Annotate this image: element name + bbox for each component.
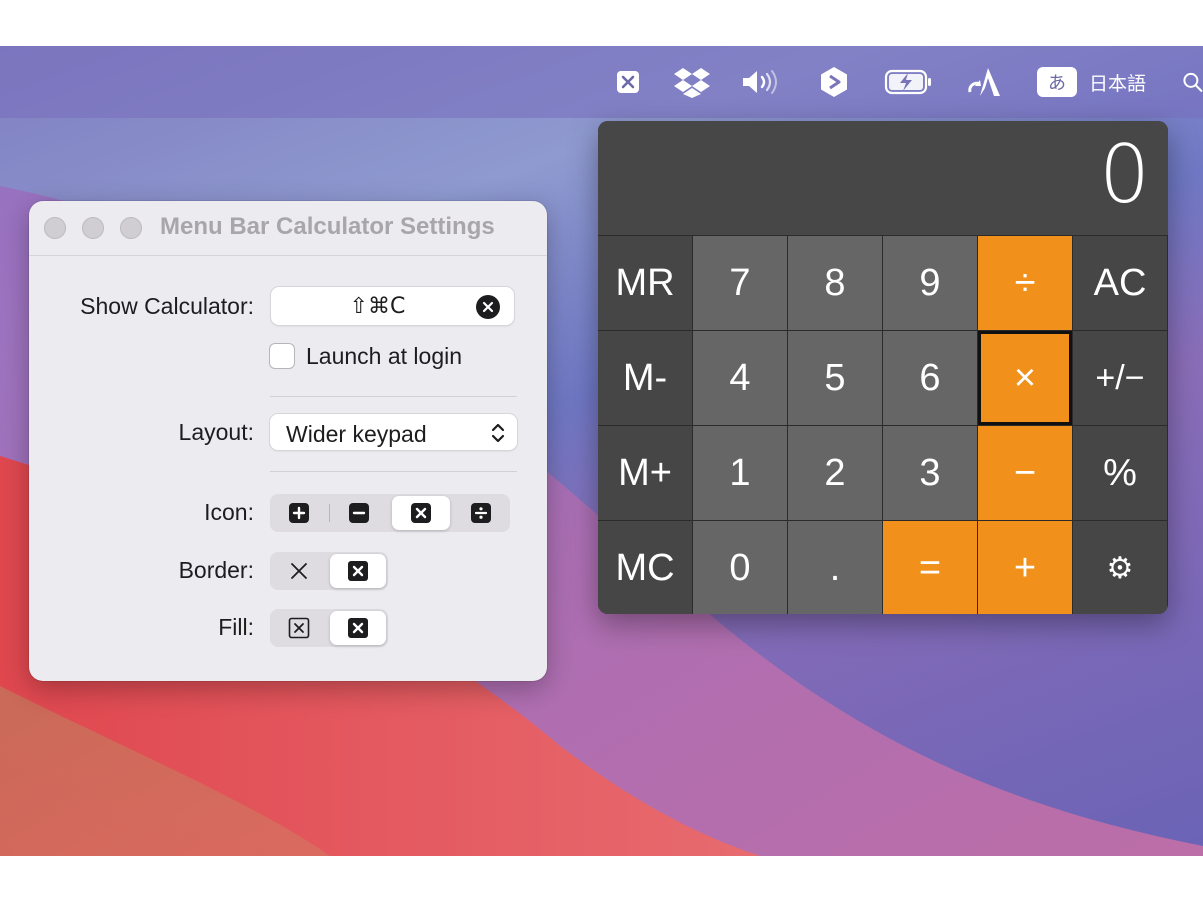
digit-3-button[interactable]: 3 [883,426,977,520]
digit-7-button[interactable]: 7 [693,236,787,330]
digit-4-button[interactable]: 4 [693,331,787,425]
icon-segmented-control [270,494,510,532]
multiply-box-icon [348,618,368,638]
launch-at-login-label: Launch at login [306,343,463,369]
layout-label: Layout: [178,419,254,445]
memory-add-button[interactable]: M+ [598,426,692,520]
battery-charging-icon [884,69,931,95]
calculator-window: 0 MR 7 8 9 ÷ AC M- 4 5 6 × +/− M+ 1 2 3 … [598,121,1168,614]
spotlight-menu-icon[interactable] [1182,66,1203,98]
border-option-box[interactable] [330,554,386,588]
multiply-icon [291,563,307,579]
divide-box-icon [471,503,491,523]
icon-option-multiply[interactable] [392,496,450,530]
memory-recall-button[interactable]: MR [598,236,692,330]
icon-option-minus[interactable] [334,494,384,532]
input-method-label: 日本語 [1089,72,1147,95]
multiply-box-icon [411,503,431,523]
volume-icon [743,70,777,94]
plus-minus-button[interactable]: +/− [1073,331,1167,425]
shortcuts-icon [821,67,847,97]
minimize-window-button[interactable] [82,217,104,239]
digit-9-button[interactable]: 9 [883,236,977,330]
border-segmented-control [270,552,388,590]
digit-6-button[interactable]: 6 [883,331,977,425]
zoom-window-button[interactable] [120,217,142,239]
icon-label: Icon: [204,499,254,525]
title-bar: Menu Bar Calculator Settings [29,201,547,256]
input-method-menu[interactable]: あ 日本語 [1037,66,1157,98]
multiply-box-outline-icon [288,617,310,639]
fill-segmented-control [270,609,388,647]
memory-subtract-button[interactable]: M- [598,331,692,425]
settings-window: Menu Bar Calculator Settings Show Calcul… [29,201,547,681]
divide-button[interactable]: ÷ [978,236,1072,330]
layout-select[interactable]: Wider keypad [270,414,517,450]
dropbox-menu-icon[interactable] [672,66,712,98]
layout-value: Wider keypad [286,421,427,447]
add-button[interactable]: + [978,521,1072,614]
digit-8-button[interactable]: 8 [788,236,882,330]
fill-option-filled[interactable] [330,611,386,645]
show-calculator-label: Show Calculator: [80,293,254,319]
shortcut-recorder-field[interactable]: ⇧⌘C [271,287,514,325]
minus-box-icon [349,503,369,523]
fill-option-outline[interactable] [272,609,326,647]
shortcuts-menu-icon[interactable] [817,66,851,98]
settings-gear-button[interactable]: ⚙ [1073,521,1167,614]
calculator-icon [617,71,639,93]
display-value: 0 [1099,128,1150,221]
clear-shortcut-button[interactable] [476,295,500,319]
shortcut-value: ⇧⌘C [349,294,406,319]
icon-option-divide[interactable] [456,494,506,532]
multiply-button[interactable]: × [978,331,1072,425]
segment-divider [329,504,330,522]
plus-box-icon [289,503,309,523]
multiply-box-icon [348,561,368,581]
chevron-up-down-icon [491,423,505,443]
digit-1-button[interactable]: 1 [693,426,787,520]
equals-button[interactable]: = [883,521,977,614]
search-icon [1183,72,1203,92]
calculator-display: 0 [598,121,1168,235]
fill-label: Fill: [218,614,254,640]
digit-2-button[interactable]: 2 [788,426,882,520]
percent-button[interactable]: % [1073,426,1167,520]
launch-at-login-checkbox[interactable] [270,344,294,368]
input-method-icon: あ [1037,67,1077,97]
volume-menu-icon[interactable] [740,66,782,98]
divider [270,396,517,397]
digit-0-button[interactable]: 0 [693,521,787,614]
text-tool-menu-icon[interactable] [965,66,1003,98]
close-icon [482,301,494,313]
calculator-menu-icon[interactable] [614,66,642,98]
window-title: Menu Bar Calculator Settings [160,213,495,240]
close-window-button[interactable] [44,217,66,239]
battery-menu-icon[interactable] [884,66,934,98]
digit-5-button[interactable]: 5 [788,331,882,425]
divider [270,471,517,472]
text-tool-icon [968,68,1000,96]
dropbox-icon [674,68,710,98]
icon-option-plus[interactable] [274,494,324,532]
memory-clear-button[interactable]: MC [598,521,692,614]
border-label: Border: [178,557,254,583]
all-clear-button[interactable]: AC [1073,236,1167,330]
menu-bar: あ 日本語 [0,46,1203,118]
subtract-button[interactable]: − [978,426,1072,520]
border-option-none[interactable] [272,552,326,590]
decimal-button[interactable]: . [788,521,882,614]
